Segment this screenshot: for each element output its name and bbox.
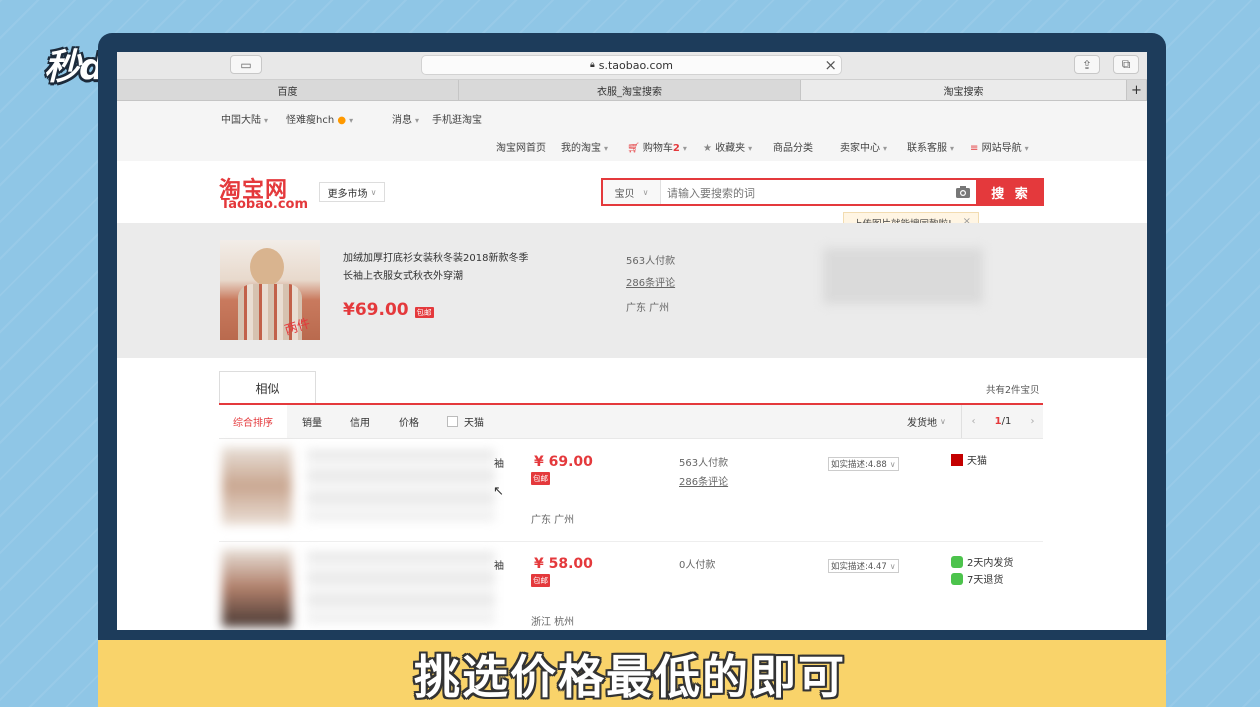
result-sales: 0人付款 <box>679 560 716 571</box>
prev-page-icon[interactable]: ‹ <box>972 416 976 427</box>
current-page: 1 <box>994 416 1002 427</box>
sort-default[interactable]: 综合排序 <box>219 405 287 438</box>
clock-icon <box>951 555 963 568</box>
blurred-shop-info <box>823 248 983 304</box>
result-title-tail: 袖 <box>494 459 504 470</box>
nav-cart[interactable]: 🛒︎ 购物车2 ▾ <box>627 139 687 154</box>
search-category-select[interactable]: 宝贝 ∨ <box>603 180 661 204</box>
messages-link[interactable]: 消息 ▾ <box>392 111 419 126</box>
tmall-icon <box>951 453 963 466</box>
service-7day-return: 7天退货 <box>951 571 1003 586</box>
user-menu[interactable]: 怪难瘦hch ● ▾ <box>286 111 353 126</box>
product-image[interactable]: 两件 <box>220 240 320 340</box>
free-shipping-badge: 包邮 <box>531 472 550 485</box>
nav-my-taobao[interactable]: 我的淘宝 ▾ <box>561 139 608 154</box>
product-reviews-link[interactable]: 286条评论 <box>626 274 675 289</box>
nav-seller-center[interactable]: 卖家中心 ▾ <box>840 139 887 154</box>
service-ship-2days: 2天内发货 <box>951 554 1013 569</box>
browser-toolbar: ▭ 🔒︎ s.taobao.com × ⇪ ⧉ <box>117 52 1147 80</box>
free-shipping-badge: 包邮 <box>414 307 434 318</box>
tab-clothes-search[interactable]: 衣服_淘宝搜索 <box>459 80 801 100</box>
result-title-tail: 袖 <box>494 561 504 572</box>
model-head-shape <box>250 248 284 286</box>
product-location: 广东 广州 <box>626 303 670 314</box>
search-box: 宝贝 ∨ <box>601 178 978 206</box>
product-sales: 563人付款 <box>626 256 676 267</box>
nav-favorites[interactable]: ★ 收藏夹 ▾ <box>703 139 752 154</box>
tmall-service: 天猫 <box>951 452 987 467</box>
menu-icon: ≡ <box>970 143 979 154</box>
result-sales: 563人付款 <box>679 458 729 469</box>
new-tab-button[interactable]: + <box>1127 80 1147 100</box>
return-7-icon <box>951 572 963 585</box>
nav-customer-service[interactable]: 联系客服 ▾ <box>907 139 954 154</box>
result-location: 浙江 杭州 <box>531 617 575 628</box>
result-price: ¥ 58.00 <box>534 556 593 572</box>
product-title[interactable]: 加绒加厚打底衫女装秋冬装2018新款冬季长袖上衣服女式秋衣外穿潮 <box>343 250 533 286</box>
subtitle-text: 挑选价格最低的即可 <box>414 650 846 704</box>
result-price: ¥ 69.00 <box>534 454 593 470</box>
search-input[interactable] <box>661 180 959 206</box>
taobao-logo-en[interactable]: Taobao.com <box>221 197 308 212</box>
tab-baidu[interactable]: 百度 <box>117 80 459 100</box>
row-divider <box>219 541 1043 542</box>
tab-bar: 百度 衣服_淘宝搜索 淘宝搜索 + <box>117 80 1147 101</box>
cart-icon: 🛒︎ <box>627 143 640 154</box>
close-icon[interactable]: × <box>824 56 837 74</box>
tmall-filter[interactable]: 天猫 <box>447 405 484 438</box>
tmall-checkbox[interactable] <box>447 416 458 427</box>
share-icon[interactable]: ⇪ <box>1074 55 1100 74</box>
nav-site-map[interactable]: ≡ 网站导航 ▾ <box>970 139 1029 154</box>
rating-dropdown[interactable]: 如实描述:4.88 ∨ <box>828 457 899 471</box>
region-selector[interactable]: 中国大陆 ▾ <box>221 111 268 126</box>
result-title-blurred <box>307 552 495 622</box>
tabs-overview-icon[interactable]: ⧉ <box>1113 55 1139 74</box>
lock-icon: 🔒︎ <box>589 60 595 70</box>
next-page-icon[interactable]: › <box>1030 416 1034 427</box>
sort-price[interactable]: 价格 <box>399 405 419 438</box>
more-markets-dropdown[interactable]: 更多市场 ∨ <box>319 182 385 202</box>
star-icon: ★ <box>703 143 712 154</box>
total-pages: /1 <box>1001 416 1012 427</box>
result-image[interactable] <box>222 447 292 525</box>
result-location: 广东 广州 <box>531 515 575 526</box>
result-image[interactable] <box>222 549 292 627</box>
nav-home-link[interactable]: 淘宝网首页 <box>496 139 546 154</box>
camera-icon[interactable] <box>955 184 971 200</box>
ship-from-dropdown[interactable]: 发货地 ∨ <box>907 405 946 438</box>
result-title-blurred <box>307 450 495 520</box>
site-top-nav: 中国大陆 ▾ 怪难瘦hch ● ▾ 消息 ▾ 手机逛淘宝 淘宝网首页 我的淘宝 ▾ 🛒︎… <box>117 101 1147 161</box>
tab-taobao-search[interactable]: 淘宝搜索 <box>801 80 1127 100</box>
pager: ‹ 1/1 › <box>961 405 1044 438</box>
sort-bar: 综合排序 销量 信用 价格 天猫 发货地 ∨ ‹ 1/1 › <box>219 405 1043 439</box>
free-shipping-badge: 包邮 <box>531 574 550 587</box>
mouse-cursor-icon: ↖ <box>493 484 504 499</box>
search-button[interactable]: 搜 索 <box>978 178 1044 206</box>
sidebar-toggle-icon[interactable]: ▭ <box>230 55 262 74</box>
nav-categories[interactable]: 商品分类 <box>773 139 813 154</box>
product-price: ¥69.00 包邮 <box>343 300 434 320</box>
result-count: 共有2件宝贝 <box>986 385 1040 396</box>
sort-sales[interactable]: 销量 <box>302 405 322 438</box>
url-text: s.taobao.com <box>598 58 674 72</box>
sort-credit[interactable]: 信用 <box>350 405 370 438</box>
address-bar[interactable]: 🔒︎ s.taobao.com × <box>421 55 842 75</box>
mobile-taobao-link[interactable]: 手机逛淘宝 <box>432 111 482 126</box>
browser-window: ▭ 🔒︎ s.taobao.com × ⇪ ⧉ 百度 衣服_淘宝搜索 淘宝搜索 … <box>117 52 1147 630</box>
tab-similar[interactable]: 相似 <box>219 371 316 404</box>
rating-dropdown[interactable]: 如实描述:4.47 ∨ <box>828 559 899 573</box>
result-reviews-link[interactable]: 286条评论 <box>679 473 728 488</box>
